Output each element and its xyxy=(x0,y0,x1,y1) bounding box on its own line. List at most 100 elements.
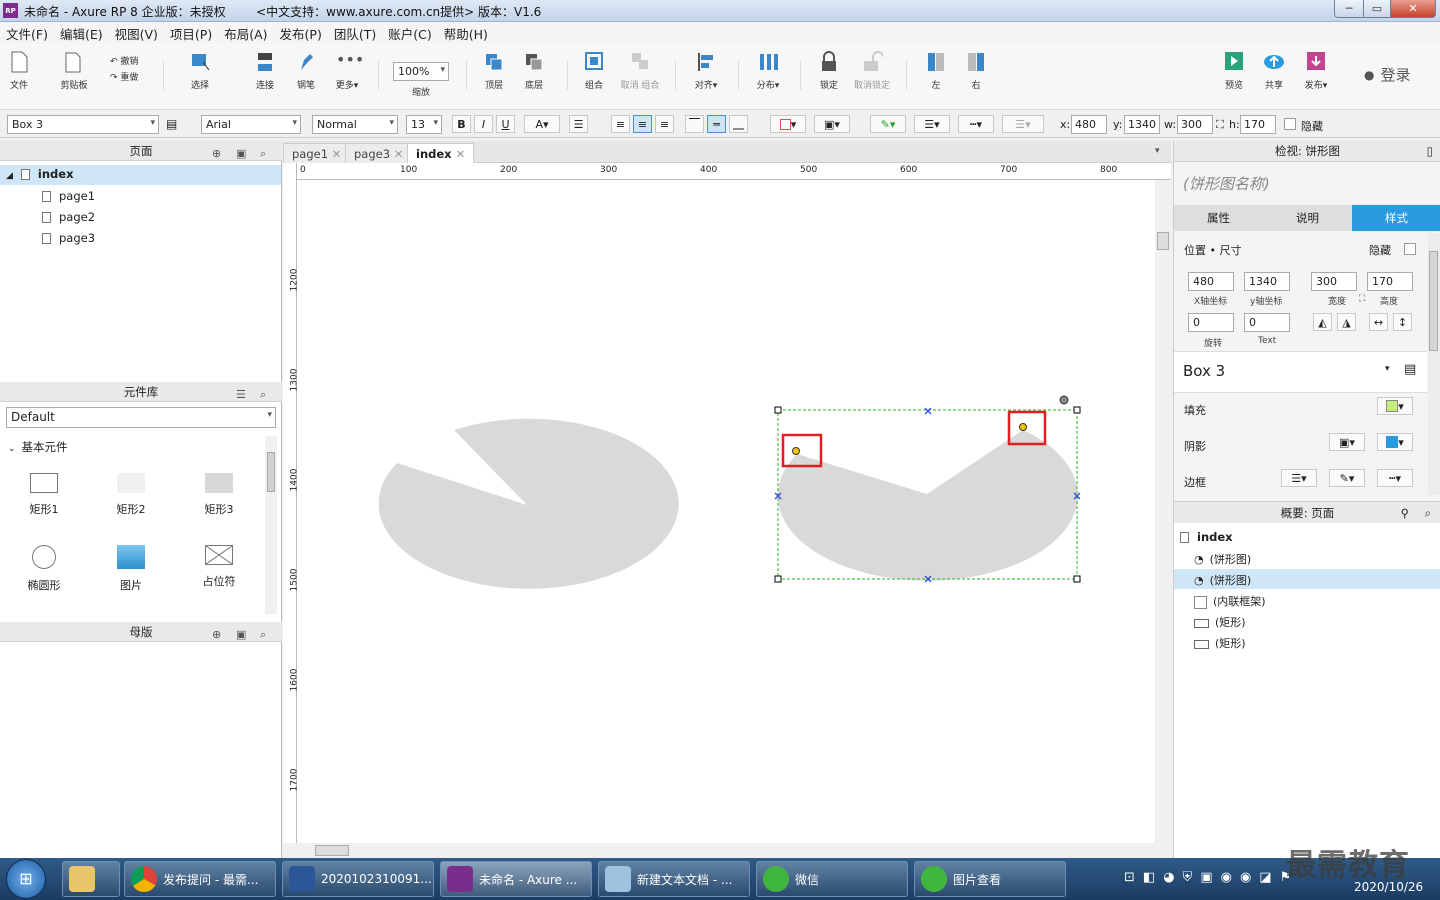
add-master-icon[interactable]: ⊕ xyxy=(212,625,221,645)
widget-placeholder[interactable]: 占位符 xyxy=(197,545,241,589)
align-text-right-button[interactable]: ≡ xyxy=(655,115,674,133)
widget-rect2[interactable]: 矩形2 xyxy=(109,473,153,517)
tab-page1[interactable]: page1 ✕ xyxy=(283,143,351,163)
x-coordinate-input[interactable]: 480 xyxy=(1071,115,1107,134)
tabs-dropdown-icon[interactable]: ▾ xyxy=(1155,146,1160,156)
redo-button[interactable]: ↷ 重做 xyxy=(110,70,150,83)
select-button[interactable]: 选择 xyxy=(180,50,220,91)
canvas-horizontal-scrollbar[interactable] xyxy=(297,843,1155,858)
taskbar-axure[interactable]: 未命名 - Axure ... xyxy=(440,861,592,897)
font-size-select[interactable]: 13 xyxy=(406,115,442,134)
input-method-icon[interactable]: ⊡ xyxy=(1124,870,1135,885)
fit-height-icon[interactable]: ↕ xyxy=(1393,313,1412,331)
clipboard-button[interactable]: 剪贴板 xyxy=(56,50,92,91)
tab-page3[interactable]: page3 ✕ xyxy=(345,143,413,163)
page-item-page2[interactable]: page2 xyxy=(42,210,95,224)
taskbar-chrome[interactable]: 发布提问 - 最需... xyxy=(124,861,276,897)
arrow-style-button[interactable]: ☰▾ xyxy=(1002,115,1044,133)
border-style-picker[interactable]: ┅▾ xyxy=(1377,469,1413,487)
qq-icon[interactable]: ◉ xyxy=(1240,870,1251,885)
filter-icon[interactable]: ⚲ xyxy=(1401,502,1409,524)
pie-angle-handle-right[interactable] xyxy=(1019,423,1027,431)
unlock-button[interactable]: 取消锁定 xyxy=(850,50,894,91)
lock-button[interactable]: 锁定 xyxy=(814,50,844,91)
hidden-checkbox[interactable] xyxy=(1404,243,1416,255)
widget-name-input[interactable]: (饼形图名称) xyxy=(1183,173,1270,194)
fill-color-button[interactable]: ▾ xyxy=(770,115,806,133)
canvas-vertical-scrollbar[interactable] xyxy=(1155,180,1171,843)
close-icon[interactable]: ✕ xyxy=(456,147,466,161)
search-icon[interactable]: ⌕ xyxy=(260,144,266,164)
close-icon[interactable]: ✕ xyxy=(332,147,342,161)
align-text-left-button[interactable]: ≡ xyxy=(611,115,630,133)
menu-team[interactable]: 团队(T) xyxy=(334,24,376,43)
bring-to-front-button[interactable]: 顶层 xyxy=(480,50,508,91)
app-tray-icon[interactable]: ◪ xyxy=(1259,870,1271,885)
outline-item-iframe[interactable]: (内联框架) xyxy=(1194,593,1266,609)
font-color-button[interactable]: A▾ xyxy=(524,115,560,133)
outline-item-rect-1[interactable]: (矩形) xyxy=(1194,614,1246,630)
outline-item-pie-2[interactable]: ◔ (饼形图) xyxy=(1194,572,1251,588)
underline-button[interactable]: U xyxy=(496,115,515,133)
library-section[interactable]: ⌄ 基本元件 xyxy=(8,439,68,455)
library-scrollbar[interactable] xyxy=(265,436,277,614)
menu-layout[interactable]: 布局(A) xyxy=(224,24,267,43)
outline-item-pie-1[interactable]: ◔ (饼形图) xyxy=(1194,551,1251,567)
undo-button[interactable]: ↶ 撤销 xyxy=(110,54,150,67)
lock-aspect-icon[interactable]: ⛶ xyxy=(1216,118,1224,132)
distribute-button[interactable]: 分布▾ xyxy=(750,50,786,91)
align-right-button[interactable]: 右 xyxy=(962,50,990,91)
pen-button[interactable]: 钢笔 xyxy=(292,50,320,91)
design-canvas[interactable] xyxy=(297,180,1155,843)
inspector-scrollbar[interactable] xyxy=(1428,233,1440,495)
file-button[interactable]: 文件 xyxy=(6,50,32,91)
nvidia-icon[interactable]: ▣ xyxy=(1200,870,1212,885)
width-input[interactable]: 300 xyxy=(1177,115,1213,134)
style-select-row[interactable]: Box 3 ▾ ▤ xyxy=(1174,351,1427,393)
style-edit-icon[interactable]: ▤ xyxy=(166,117,177,131)
taskbar-notepad[interactable]: 新建文本文档 - ... xyxy=(598,861,750,897)
taskbar-wechat[interactable]: 微信 xyxy=(756,861,908,897)
align-text-center-button[interactable]: ≡ xyxy=(633,115,652,133)
preview-button[interactable]: 预览 xyxy=(1220,50,1248,91)
x-input[interactable]: 480 xyxy=(1188,272,1234,291)
w-input[interactable]: 300 xyxy=(1311,272,1357,291)
taskbar-image-viewer[interactable]: 图片查看 xyxy=(914,861,1066,897)
hidden-checkbox[interactable] xyxy=(1284,118,1296,130)
menu-publish[interactable]: 发布(P) xyxy=(280,24,322,43)
valign-middle-button[interactable]: ═ xyxy=(707,115,726,133)
flip-horizontal-icon[interactable]: ◭ xyxy=(1313,313,1332,331)
align-button[interactable]: 对齐▾ xyxy=(688,50,724,91)
menu-file[interactable]: 文件(F) xyxy=(6,24,48,43)
pie-shape-2[interactable] xyxy=(777,430,1078,581)
search-icon[interactable]: ⌕ xyxy=(260,625,266,645)
menu-help[interactable]: 帮助(H) xyxy=(444,24,488,43)
search-icon[interactable]: ⌕ xyxy=(260,385,266,405)
menu-project[interactable]: 项目(P) xyxy=(170,24,212,43)
bold-button[interactable]: B xyxy=(452,115,471,133)
align-left-button[interactable]: 左 xyxy=(922,50,950,91)
tab-notes[interactable]: 说明 xyxy=(1263,210,1352,226)
library-select[interactable]: Default xyxy=(6,407,276,428)
lock-ratio-icon[interactable]: ⛶ xyxy=(1359,294,1365,304)
ungroup-button[interactable]: 取消 组合 xyxy=(618,50,662,91)
rotate-handle[interactable] xyxy=(1059,395,1069,405)
minimize-button[interactable]: ─ xyxy=(1334,0,1364,18)
line-width-button[interactable]: ☰▾ xyxy=(914,115,950,133)
wechat-tray-icon[interactable]: ◕ xyxy=(1163,870,1174,885)
h-input[interactable]: 170 xyxy=(1367,272,1413,291)
menu-account[interactable]: 账户(C) xyxy=(388,24,431,43)
height-input[interactable]: 170 xyxy=(1240,115,1276,134)
tab-index[interactable]: index ✕ xyxy=(407,143,475,163)
share-button[interactable]: 共享 xyxy=(1260,50,1288,91)
network-icon[interactable]: ◧ xyxy=(1143,870,1155,885)
y-coordinate-input[interactable]: 1340 xyxy=(1124,115,1160,134)
menu-edit[interactable]: 编辑(E) xyxy=(60,24,103,43)
start-button[interactable]: ⊞ xyxy=(6,859,46,899)
pie-shape-1-body[interactable] xyxy=(378,418,679,589)
tab-properties[interactable]: 属性 xyxy=(1174,210,1263,226)
pie-angle-handle-left[interactable] xyxy=(792,447,800,455)
page-item-page1[interactable]: page1 xyxy=(42,189,95,203)
group-button[interactable]: 组合 xyxy=(580,50,608,91)
connect-button[interactable]: 连接 xyxy=(250,50,280,91)
